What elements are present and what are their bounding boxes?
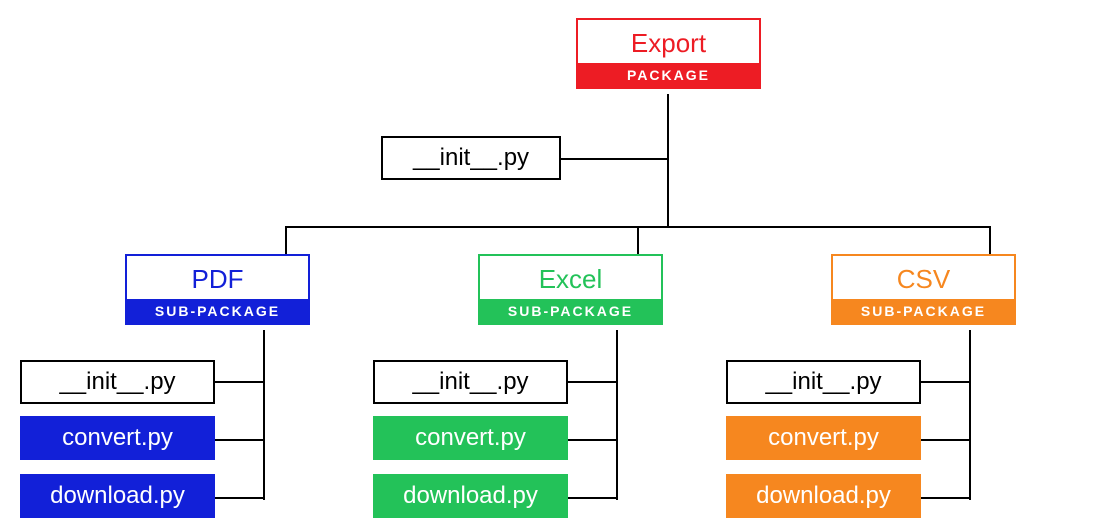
file-csv-download: download.py: [726, 474, 921, 518]
subpackage-pdf-title: PDF: [127, 256, 308, 299]
subpackage-csv-title: CSV: [833, 256, 1014, 299]
subpackage-csv: CSV SUB-PACKAGE: [831, 254, 1016, 325]
package-root-label: PACKAGE: [578, 63, 759, 87]
subpackage-excel-title: Excel: [480, 256, 661, 299]
subpackage-pdf-label: SUB-PACKAGE: [127, 299, 308, 323]
package-root: Export PACKAGE: [576, 18, 761, 89]
file-pdf-init: __init__.py: [20, 360, 215, 404]
subpackage-csv-label: SUB-PACKAGE: [833, 299, 1014, 323]
file-pdf-convert: convert.py: [20, 416, 215, 460]
subpackage-excel-label: SUB-PACKAGE: [480, 299, 661, 323]
file-csv-convert: convert.py: [726, 416, 921, 460]
file-excel-download: download.py: [373, 474, 568, 518]
subpackage-pdf: PDF SUB-PACKAGE: [125, 254, 310, 325]
package-root-title: Export: [578, 20, 759, 63]
file-csv-init: __init__.py: [726, 360, 921, 404]
file-pdf-download: download.py: [20, 474, 215, 518]
file-excel-convert: convert.py: [373, 416, 568, 460]
file-excel-init: __init__.py: [373, 360, 568, 404]
subpackage-excel: Excel SUB-PACKAGE: [478, 254, 663, 325]
file-root-init: __init__.py: [381, 136, 561, 180]
